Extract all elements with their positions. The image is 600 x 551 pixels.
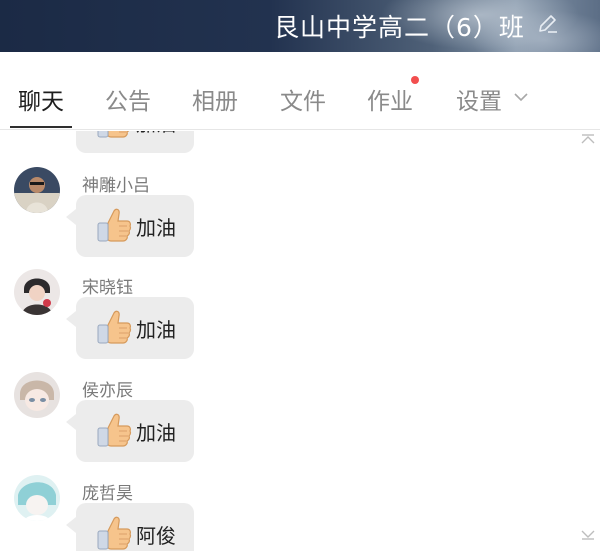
sender-name: 侯亦辰 (82, 381, 133, 401)
avatar[interactable] (14, 167, 60, 213)
thumbs-up-icon (94, 206, 134, 246)
message-bubble[interactable]: 加油 (66, 400, 194, 462)
scroll-up-icon[interactable] (580, 133, 596, 145)
thumbs-up-icon (94, 514, 134, 551)
chat-message-list[interactable]: 加油 神雕小吕 加油 (0, 131, 600, 551)
avatar[interactable] (14, 372, 60, 418)
group-title: 艮山中学高二（6）班 (274, 13, 525, 42)
thumbs-up-icon (94, 131, 134, 142)
tab-album[interactable]: 相册 (192, 82, 238, 116)
avatar[interactable] (14, 475, 60, 521)
tab-homework-label: 作业 (367, 89, 413, 115)
message-text: 加油 (136, 317, 176, 342)
scroll-down-icon[interactable] (580, 529, 596, 541)
active-tab-indicator (10, 126, 72, 128)
thumbs-up-icon (94, 411, 134, 451)
message-text: 加油 (136, 215, 176, 240)
tab-files[interactable]: 文件 (280, 82, 326, 116)
chevron-down-icon[interactable] (514, 92, 528, 102)
message-bubble[interactable]: 加油 (66, 297, 194, 359)
message-text: 阿俊 (136, 523, 176, 548)
message-bubble[interactable]: 加油 (66, 195, 194, 257)
notification-dot (411, 76, 419, 84)
tab-homework[interactable]: 作业 (367, 76, 419, 116)
group-header: 艮山中学高二（6）班 (0, 0, 600, 52)
tab-announcements[interactable]: 公告 (105, 82, 151, 116)
tab-settings[interactable]: 设置 (456, 82, 502, 116)
message-text: 加油 (136, 131, 176, 137)
sender-name: 宋晓钰 (82, 278, 133, 298)
message-bubble[interactable]: 加油 (76, 131, 194, 153)
tab-chat[interactable]: 聊天 (18, 82, 64, 116)
sender-name: 神雕小吕 (82, 176, 150, 196)
message-bubble[interactable]: 阿俊 (66, 503, 194, 551)
message-text: 加油 (136, 420, 176, 445)
avatar[interactable] (14, 269, 60, 315)
tab-bar: 聊天 公告 相册 文件 作业 设置 (0, 52, 600, 130)
thumbs-up-icon (94, 308, 134, 348)
edit-icon[interactable] (536, 12, 560, 36)
sender-name: 庞哲昊 (82, 484, 133, 504)
